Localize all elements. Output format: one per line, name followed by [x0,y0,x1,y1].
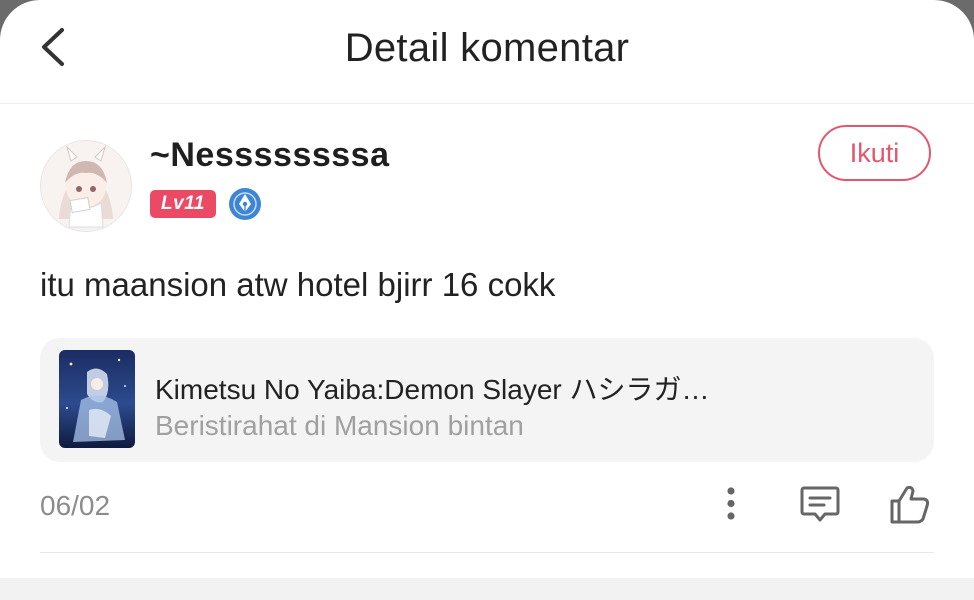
username[interactable]: ~Nessssssssa [150,136,390,175]
section-separator [0,578,974,600]
more-button[interactable] [709,482,753,526]
game-thumbnail [59,350,135,448]
like-icon [890,485,930,524]
avatar[interactable] [40,140,132,232]
header: Detail komentar [0,0,974,104]
comment-icon [800,486,840,522]
divider [40,552,934,553]
page-title: Detail komentar [344,26,630,70]
avatar-image [41,141,131,231]
comment-detail-sheet: Detail komentar ~Nessssssssa Lv11 Ikuti … [0,0,974,600]
game-thumbnail-image [59,350,135,448]
game-title: Kimetsu No Yaiba:Demon Slayer ハシラガ… [155,374,710,405]
comment-text: itu maansion atw hotel bjirr 16 cokk [40,266,556,303]
comment-date: 06/02 [40,490,111,521]
reply-button[interactable] [798,482,842,526]
game-subtitle: Beristirahat di Mansion bintan [155,410,524,441]
level-badge: Lv11 [150,190,216,218]
game-card[interactable]: Kimetsu No Yaiba:Demon Slayer ハシラガ… Beri… [40,338,934,462]
follow-button[interactable]: Ikuti [818,125,931,181]
like-button[interactable] [887,482,931,526]
more-vertical-icon [727,487,735,520]
verified-pen-icon [229,188,261,220]
